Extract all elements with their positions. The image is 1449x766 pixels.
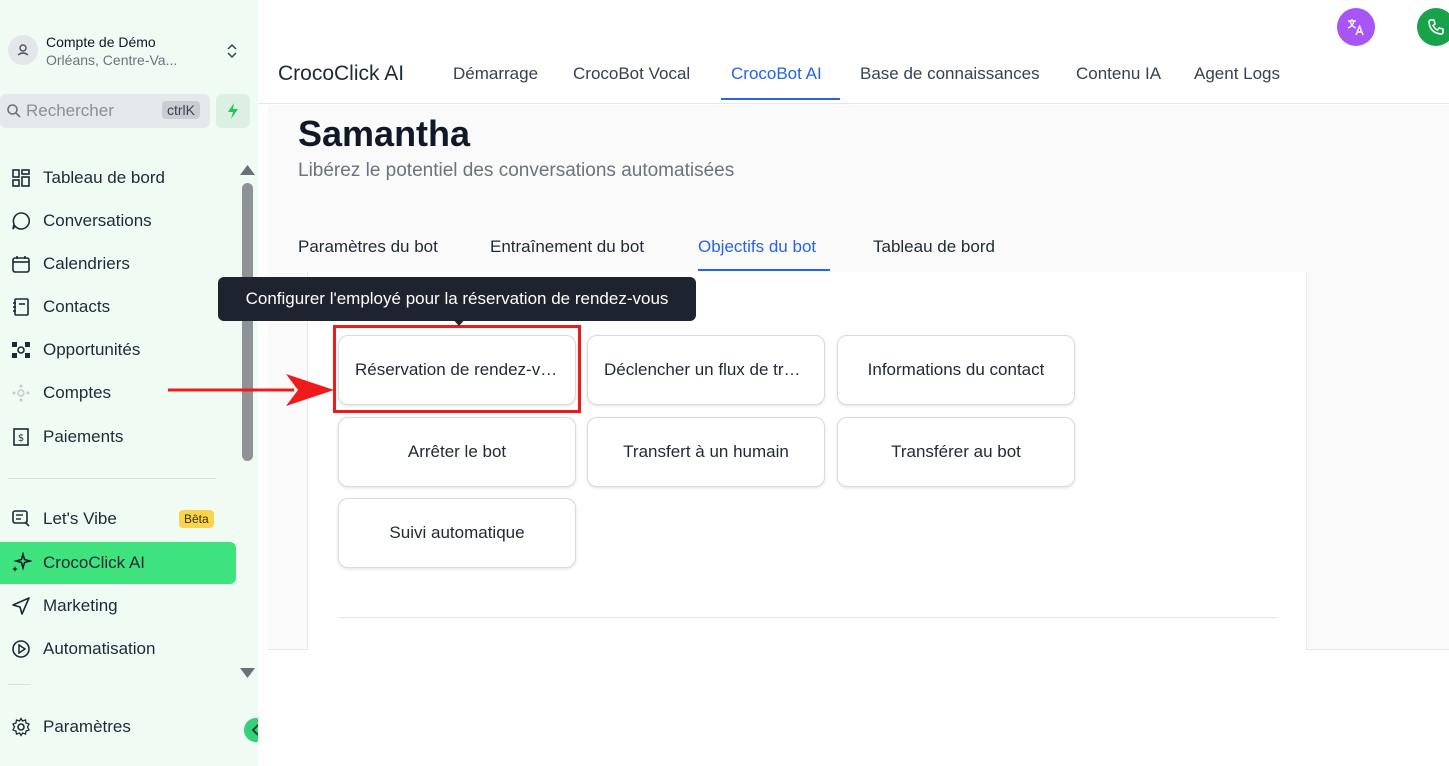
sidebar-item-calendars[interactable]: Calendriers: [0, 243, 236, 285]
goal-label: Transférer au bot: [891, 442, 1021, 461]
panel-divider: [338, 617, 1278, 618]
sidebar-item-payments[interactable]: $ Paiements: [0, 416, 236, 458]
tab-demarrage[interactable]: Démarrage: [453, 64, 538, 102]
calendar-icon: [10, 253, 32, 275]
sidebar-item-label: Automatisation: [43, 639, 156, 658]
scroll-up-arrow-icon[interactable]: [240, 163, 255, 181]
search-input[interactable]: [26, 99, 156, 123]
payments-icon: $: [10, 426, 32, 448]
goal-label: Transfert à un humain: [623, 442, 789, 461]
translate-button[interactable]: [1337, 8, 1375, 46]
tab-crocobot-ai[interactable]: CrocoBot AI: [731, 64, 822, 102]
sidebar-item-label: Marketing: [43, 596, 118, 615]
tab-base-de-connaissances[interactable]: Base de connaissances: [860, 64, 1040, 102]
sidebar-item-label: Comptes: [43, 383, 112, 402]
send-icon: [10, 595, 32, 617]
sidebar-item-label: CrocoClick AI: [43, 553, 146, 572]
chat-bubble-icon: [10, 210, 32, 232]
phone-button[interactable]: [1417, 8, 1449, 46]
sidebar-item-lets-vibe[interactable]: Let's Vibe Bêta: [0, 498, 236, 540]
sidebar-item-label: Paramètres: [43, 717, 131, 736]
active-subtab-indicator: [698, 269, 830, 271]
tab-crocobot-vocal[interactable]: CrocoBot Vocal: [573, 64, 690, 102]
tab-agent-logs[interactable]: Agent Logs: [1194, 64, 1280, 102]
goal-auto-followup[interactable]: Suivi automatique: [338, 498, 576, 568]
pipeline-icon: [10, 339, 32, 361]
tab-bot-training[interactable]: Entraînement du bot: [490, 237, 644, 271]
sidebar-item-label: Paiements: [43, 427, 124, 446]
goal-contact-info[interactable]: Informations du contact: [837, 335, 1075, 405]
goal-trigger-workflow[interactable]: Déclencher un flux de travail: [587, 335, 825, 405]
sidebar-scrollbar-thumb[interactable]: [242, 183, 253, 461]
sidebar-item-label: Contacts: [43, 297, 111, 316]
sidebar-item-label: Let's Vibe: [43, 509, 117, 528]
app-root: Compte de Démo Orléans, Centre-Va... ctr…: [0, 0, 1449, 766]
annotation-arrow-icon: [168, 374, 334, 406]
goal-transfer-to-bot[interactable]: Transférer au bot: [837, 417, 1075, 487]
account-location: Orléans, Centre-Va...: [46, 52, 178, 68]
vibe-icon: [10, 508, 32, 530]
tab-bot-dashboard[interactable]: Tableau de bord: [873, 237, 995, 271]
account-name: Compte de Démo: [46, 34, 156, 50]
tab-bot-goals[interactable]: Objectifs du bot: [698, 237, 816, 271]
contact-book-icon: [10, 296, 32, 318]
annotation-highlight-box: [333, 325, 581, 413]
translate-icon: [1347, 19, 1364, 36]
search-icon: [6, 103, 22, 124]
sidebar-item-automation[interactable]: Automatisation: [0, 628, 236, 670]
chevron-up-down-icon[interactable]: [222, 36, 242, 66]
sidebar-item-label: Conversations: [43, 211, 152, 230]
main-content: Samantha Libérez le potentiel des conver…: [258, 105, 1449, 766]
location-pin-icon: [8, 35, 38, 65]
goal-stop-bot[interactable]: Arrêter le bot: [338, 417, 576, 487]
sidebar-item-label: Calendriers: [43, 254, 130, 273]
beta-badge: Bêta: [179, 510, 214, 528]
sidebar-item-label: Tableau de bord: [43, 168, 165, 187]
page-subtitle: Libérez le potentiel des conversations a…: [298, 160, 735, 181]
sidebar-item-dashboard[interactable]: Tableau de bord: [0, 157, 236, 199]
app-brand: CrocoClick AI: [278, 62, 405, 85]
dashboard-icon: [10, 167, 32, 189]
account-switcher[interactable]: Compte de Démo Orléans, Centre-Va...: [8, 32, 248, 70]
accounts-icon: [10, 382, 32, 404]
goal-label: Suivi automatique: [389, 523, 525, 542]
search-shortcut-badge: ctrlK: [162, 101, 200, 119]
lightning-icon: [228, 103, 238, 119]
sidebar-item-opportunities[interactable]: Opportunités: [0, 329, 236, 371]
goal-label: Arrêter le bot: [407, 442, 507, 461]
tab-contenu-ia[interactable]: Contenu IA: [1076, 64, 1161, 102]
active-tab-indicator: [721, 98, 840, 100]
goal-human-handover[interactable]: Transfert à un humain: [587, 417, 825, 487]
tooltip: Configurer l'employé pour la réservation…: [218, 277, 696, 321]
svg-text:$: $: [18, 433, 24, 444]
search-box[interactable]: ctrlK: [0, 94, 210, 128]
goal-label: Informations du contact: [867, 360, 1045, 379]
tab-bot-settings[interactable]: Paramètres du bot: [298, 237, 438, 271]
sidebar-item-marketing[interactable]: Marketing: [0, 585, 236, 627]
sidebar-divider: [8, 478, 216, 479]
sidebar-item-label: Opportunités: [43, 340, 141, 359]
goal-label: Déclencher un flux de travail: [604, 360, 808, 379]
quick-action-button[interactable]: [216, 94, 250, 128]
automation-icon: [10, 638, 32, 660]
sidebar-item-crococlick-ai[interactable]: CrocoClick AI: [0, 542, 236, 584]
sparkle-icon: [10, 552, 32, 574]
gear-icon: [10, 716, 32, 738]
tooltip-arrow: [452, 318, 466, 326]
sidebar-item-settings[interactable]: Paramètres: [0, 706, 236, 748]
top-header: CrocoClick AI Démarrage CrocoBot Vocal C…: [258, 0, 1449, 104]
sidebar-divider: [8, 684, 30, 685]
scroll-down-arrow-icon[interactable]: [240, 666, 255, 684]
sidebar-item-contacts[interactable]: Contacts: [0, 286, 236, 328]
phone-icon: [1428, 19, 1444, 35]
sidebar-item-conversations[interactable]: Conversations: [0, 200, 236, 242]
page-title: Samantha: [298, 113, 471, 154]
